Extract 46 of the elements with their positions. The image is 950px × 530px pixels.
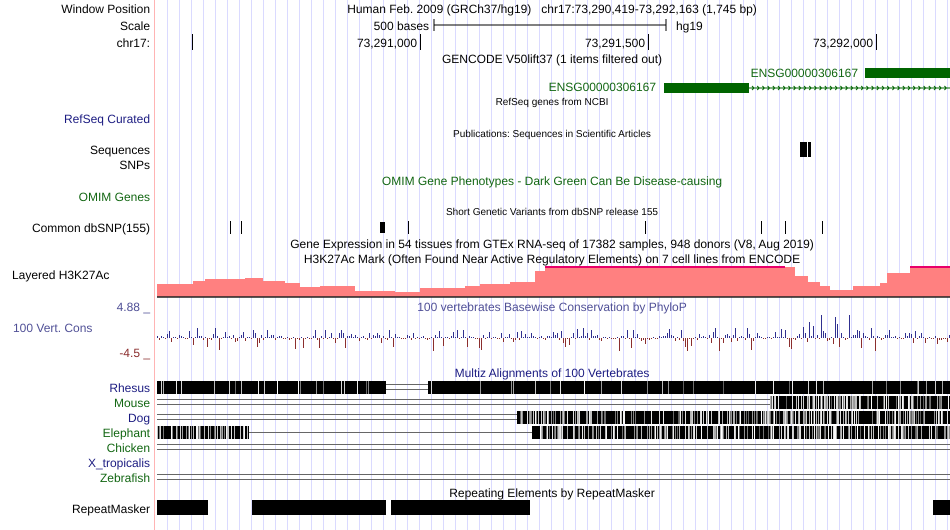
- track-title: Gene Expression in 54 tissues from GTEx RNA-seq of 17382 samples, 948 donors (V8, Aug 2019): [290, 236, 814, 250]
- track-label: Common dbSNP(155): [30, 220, 151, 235]
- species-label[interactable]: Zebrafish: [0, 470, 155, 485]
- scale-length: 500 bases: [374, 19, 429, 33]
- track-title: OMIM Gene Phenotypes - Dark Green Can Be Disease-causing: [382, 174, 722, 188]
- track-label: RefSeq Curated: [62, 111, 151, 128]
- track-label: Scale: [118, 18, 151, 34]
- track-label: RepeatMasker: [70, 500, 151, 517]
- coordinate-label: 73,292,000: [812, 36, 873, 50]
- track-title: H3K27Ac Mark (Often Found Near Active Regulatory Elements) on 7 cell lines from ENCODE: [304, 252, 800, 266]
- track-title: Publications: Sequences in Scientific Articles: [453, 129, 651, 141]
- track-label: 100 Vert. Cons: [12, 320, 94, 335]
- gene-drawing[interactable]: [664, 83, 950, 93]
- species-label[interactable]: X_tropicalis: [0, 455, 155, 470]
- coordinate-label: 73,291,500: [584, 36, 645, 50]
- track-title: Short Genetic Variants from dbSNP release 155: [446, 206, 658, 218]
- position-text: chr17:73,290,419-73,292,163 (1,745 bp): [541, 2, 757, 16]
- species-label[interactable]: Mouse: [0, 395, 155, 410]
- track-label: SNPs: [118, 157, 151, 172]
- species-label[interactable]: Chicken: [0, 440, 155, 455]
- track-label: chr17:: [116, 34, 151, 51]
- ruler-tick: [420, 34, 421, 50]
- track-title: GENCODE V50lift37 (1 items filtered out): [442, 52, 662, 66]
- track-title: RefSeq genes from NCBI: [496, 97, 608, 109]
- publication-block[interactable]: [800, 142, 811, 157]
- track-label: OMIM Genes: [78, 189, 151, 205]
- track-title: 100 vertebrates Basewise Conservation by PhyloP: [417, 300, 687, 314]
- axis-max-label: 4.88 _: [116, 300, 150, 314]
- species-label[interactable]: Dog: [0, 410, 155, 425]
- track-label: Layered H3K27Ac: [11, 267, 110, 284]
- assembly-title: Human Feb. 2009 (GRCh37/hg19): [347, 2, 532, 16]
- species-label[interactable]: Rhesus: [0, 380, 155, 395]
- repeat-blocks-drawing[interactable]: [155, 500, 950, 515]
- coordinate-label: 73,291,000: [356, 36, 417, 50]
- gene-label[interactable]: ENSG00000306167: [750, 66, 858, 80]
- species-label[interactable]: Elephant: [0, 425, 155, 440]
- track-title: Repeating Elements by RepeatMasker: [449, 486, 655, 500]
- ruler-tick: [648, 34, 649, 50]
- gene-label[interactable]: ENSG00000306167: [548, 80, 656, 94]
- ruler-tick: [192, 34, 194, 50]
- track-label: Sequences: [88, 142, 151, 157]
- assembly-label: hg19: [676, 19, 703, 33]
- track-label: Window Position: [60, 0, 151, 17]
- ruler-tick: [876, 34, 877, 50]
- axis-min-label: -4.5 _: [118, 346, 150, 360]
- track-title: Multiz Alignments of 100 Vertebrates: [454, 366, 650, 380]
